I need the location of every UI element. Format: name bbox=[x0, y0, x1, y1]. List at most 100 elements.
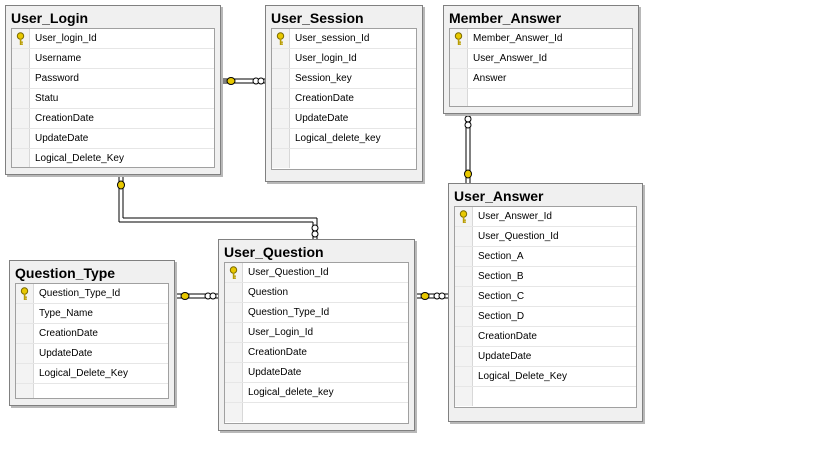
column-row[interactable]: CreationDate bbox=[16, 324, 168, 344]
row-selector[interactable] bbox=[272, 49, 290, 68]
column-row[interactable]: Question bbox=[225, 283, 408, 303]
column-row[interactable]: UpdateDate bbox=[16, 344, 168, 364]
row-selector[interactable] bbox=[12, 109, 30, 128]
row-selector[interactable] bbox=[225, 363, 243, 382]
column-row[interactable]: Logical_Delete_Key bbox=[455, 367, 636, 387]
table-user-login[interactable]: User_Login User_login_Id Username Password… bbox=[5, 5, 221, 175]
column-name: User_Question_Id bbox=[248, 267, 329, 278]
column-row[interactable]: Statu bbox=[12, 89, 214, 109]
column-row[interactable]: UpdateDate bbox=[272, 109, 416, 129]
column-row[interactable]: Section_C bbox=[455, 287, 636, 307]
row-selector[interactable] bbox=[225, 303, 243, 322]
row-selector[interactable] bbox=[455, 247, 473, 266]
column-row[interactable]: User_Answer_Id bbox=[450, 49, 632, 69]
row-selector[interactable] bbox=[16, 344, 34, 363]
relationship-user-login-user-question[interactable] bbox=[117, 176, 319, 239]
row-selector[interactable] bbox=[16, 384, 34, 398]
row-selector[interactable] bbox=[450, 29, 468, 48]
column-row[interactable]: CreationDate bbox=[455, 327, 636, 347]
table-user-question[interactable]: User_Question User_Question_Id Question Qu… bbox=[218, 239, 415, 431]
row-selector[interactable] bbox=[225, 283, 243, 302]
row-selector[interactable] bbox=[12, 69, 30, 88]
row-selector[interactable] bbox=[455, 387, 473, 406]
row-selector[interactable] bbox=[272, 89, 290, 108]
column-row[interactable]: Section_A bbox=[455, 247, 636, 267]
column-row[interactable]: User_Login_Id bbox=[225, 323, 408, 343]
row-selector[interactable] bbox=[455, 207, 473, 226]
row-selector[interactable] bbox=[272, 29, 290, 48]
row-selector[interactable] bbox=[272, 69, 290, 88]
row-selector[interactable] bbox=[16, 304, 34, 323]
empty-row[interactable] bbox=[272, 149, 416, 169]
row-selector[interactable] bbox=[455, 287, 473, 306]
empty-row[interactable] bbox=[450, 89, 632, 106]
row-selector[interactable] bbox=[16, 324, 34, 343]
relationship-user-login-user-session[interactable] bbox=[222, 77, 265, 85]
column-row[interactable]: Question_Type_Id bbox=[225, 303, 408, 323]
row-selector[interactable] bbox=[272, 129, 290, 148]
primary-key-column[interactable]: User_login_Id bbox=[12, 29, 214, 49]
row-selector[interactable] bbox=[12, 89, 30, 108]
row-selector[interactable] bbox=[450, 89, 468, 106]
column-row[interactable]: Username bbox=[12, 49, 214, 69]
column-row[interactable]: Logical_delete_key bbox=[225, 383, 408, 403]
column-name: CreationDate bbox=[39, 328, 98, 339]
row-selector[interactable] bbox=[455, 267, 473, 286]
primary-key-column[interactable]: User_Question_Id bbox=[225, 263, 408, 283]
row-selector[interactable] bbox=[455, 367, 473, 386]
row-selector[interactable] bbox=[455, 347, 473, 366]
primary-key-column[interactable]: User_Answer_Id bbox=[455, 207, 636, 227]
table-member-answer[interactable]: Member_Answer Member_Answer_Id User_Answe… bbox=[443, 5, 639, 114]
row-selector[interactable] bbox=[455, 307, 473, 326]
row-selector[interactable] bbox=[225, 383, 243, 402]
column-row[interactable]: Section_D bbox=[455, 307, 636, 327]
primary-key-column[interactable]: Member_Answer_Id bbox=[450, 29, 632, 49]
table-question-type[interactable]: Question_Type Question_Type_Id Type_Name C… bbox=[9, 260, 175, 406]
row-selector[interactable] bbox=[225, 403, 243, 422]
empty-row[interactable] bbox=[225, 403, 408, 423]
row-selector[interactable] bbox=[225, 343, 243, 362]
row-selector[interactable] bbox=[12, 129, 30, 148]
row-selector[interactable] bbox=[455, 227, 473, 246]
row-selector[interactable] bbox=[16, 364, 34, 383]
row-selector[interactable] bbox=[272, 109, 290, 128]
table-title: User_Session bbox=[271, 10, 364, 26]
column-row[interactable]: Type_Name bbox=[16, 304, 168, 324]
relationship-user-answer-member-answer[interactable] bbox=[464, 114, 472, 183]
column-row[interactable]: CreationDate bbox=[12, 109, 214, 129]
empty-row[interactable] bbox=[16, 384, 168, 398]
row-selector[interactable] bbox=[225, 263, 243, 282]
column-row[interactable]: UpdateDate bbox=[455, 347, 636, 367]
column-row[interactable]: UpdateDate bbox=[12, 129, 214, 149]
table-user-answer[interactable]: User_Answer User_Answer_Id User_Question_… bbox=[448, 183, 643, 422]
row-selector[interactable] bbox=[450, 69, 468, 88]
row-selector[interactable] bbox=[450, 49, 468, 68]
empty-row[interactable] bbox=[455, 387, 636, 407]
row-selector[interactable] bbox=[272, 149, 290, 168]
row-selector[interactable] bbox=[225, 323, 243, 342]
column-row[interactable]: UpdateDate bbox=[225, 363, 408, 383]
column-row[interactable]: Logical_Delete_Key bbox=[16, 364, 168, 384]
column-row[interactable]: Session_key bbox=[272, 69, 416, 89]
column-list: User_session_Id User_login_Id Session_key C… bbox=[271, 28, 417, 170]
column-row[interactable]: User_login_Id bbox=[272, 49, 416, 69]
row-selector[interactable] bbox=[12, 49, 30, 68]
column-row[interactable]: CreationDate bbox=[272, 89, 416, 109]
primary-key-column[interactable]: Question_Type_Id bbox=[16, 284, 168, 304]
row-selector[interactable] bbox=[12, 29, 30, 48]
column-row[interactable]: Logical_Delete_Key bbox=[12, 149, 214, 167]
column-row[interactable]: CreationDate bbox=[225, 343, 408, 363]
column-row[interactable]: Password bbox=[12, 69, 214, 89]
primary-key-column[interactable]: User_session_Id bbox=[272, 29, 416, 49]
column-row[interactable]: User_Question_Id bbox=[455, 227, 636, 247]
column-row[interactable]: Section_B bbox=[455, 267, 636, 287]
table-user-session[interactable]: User_Session User_session_Id User_login_I… bbox=[265, 5, 423, 182]
relationship-user-question-user-answer[interactable] bbox=[415, 292, 448, 300]
column-row[interactable]: Answer bbox=[450, 69, 632, 89]
row-selector[interactable] bbox=[12, 149, 30, 167]
column-name: User_session_Id bbox=[295, 33, 370, 44]
relationship-question-type-user-question[interactable] bbox=[175, 292, 218, 300]
column-row[interactable]: Logical_delete_key bbox=[272, 129, 416, 149]
row-selector[interactable] bbox=[16, 284, 34, 303]
row-selector[interactable] bbox=[455, 327, 473, 346]
